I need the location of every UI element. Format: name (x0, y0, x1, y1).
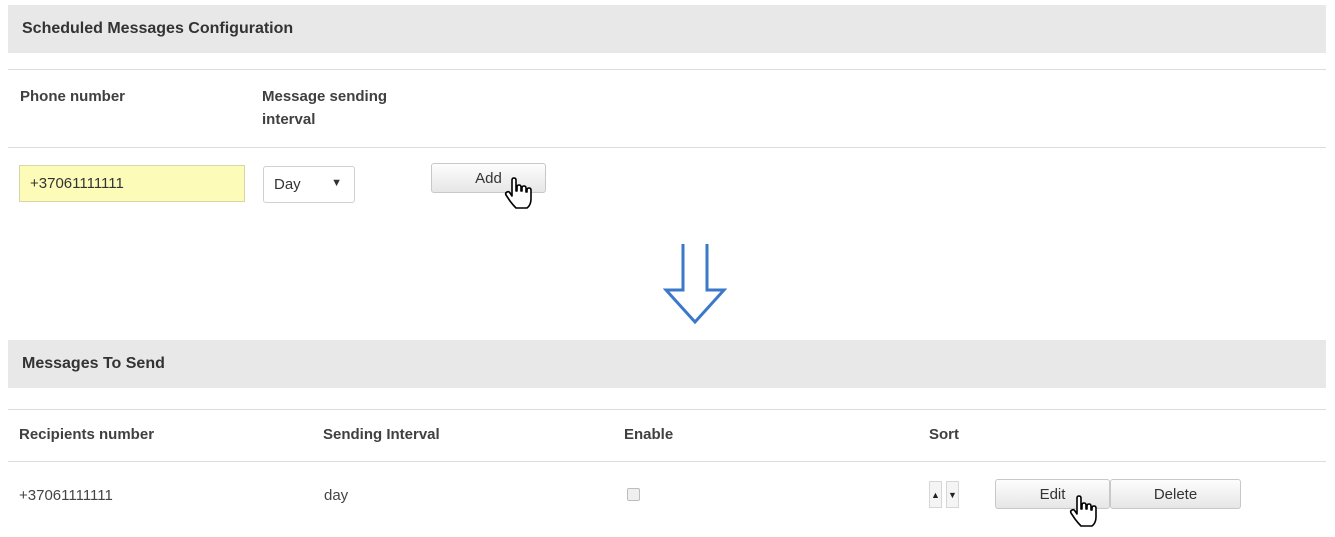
hand-pointer-cursor-icon (504, 177, 532, 209)
config-columns-divider (8, 147, 1326, 148)
messages-header-divider (8, 409, 1326, 410)
recipients-column-header: Recipients number (19, 426, 155, 443)
arrow-up-icon: ▲ (931, 489, 940, 500)
config-header-divider (8, 69, 1326, 70)
sort-down-button[interactable]: ▼ (946, 481, 959, 508)
interval-select-value: Day (274, 176, 301, 193)
chevron-down-icon: ▼ (331, 177, 342, 189)
add-button-label: Add (475, 169, 502, 187)
delete-button[interactable]: Delete (1110, 479, 1241, 509)
sort-up-button[interactable]: ▲ (929, 481, 942, 508)
delete-button-label: Delete (1153, 485, 1198, 503)
config-panel-title: Scheduled Messages Configuration (22, 20, 294, 37)
messages-columns-divider (8, 461, 1326, 462)
sending-interval-column-header: Sending Interval (323, 426, 440, 443)
phone-number-column-header: Phone number (20, 88, 126, 105)
sort-column-header: Sort (929, 426, 959, 443)
interval-column-header-line2: interval (262, 111, 316, 128)
messages-panel-title: Messages To Send (22, 355, 165, 372)
interval-column-header-line1: Message sending (262, 88, 388, 105)
edit-button-label: Edit (1039, 485, 1066, 503)
interval-column-header: Message sending interval (262, 85, 387, 131)
config-panel-header: Scheduled Messages Configuration (8, 5, 1326, 53)
arrow-down-icon: ▼ (948, 489, 957, 500)
messages-panel-header: Messages To Send (8, 340, 1326, 388)
enable-column-header: Enable (624, 426, 674, 443)
enable-checkbox[interactable] (627, 488, 640, 501)
hand-pointer-cursor-icon (1069, 495, 1097, 527)
flow-down-arrow-icon (663, 244, 727, 324)
sending-interval-cell: day (324, 487, 349, 504)
phone-number-input[interactable] (19, 165, 245, 202)
interval-select[interactable]: Day ▼ (263, 166, 355, 203)
recipient-number-cell: +37061111111 (19, 487, 113, 504)
